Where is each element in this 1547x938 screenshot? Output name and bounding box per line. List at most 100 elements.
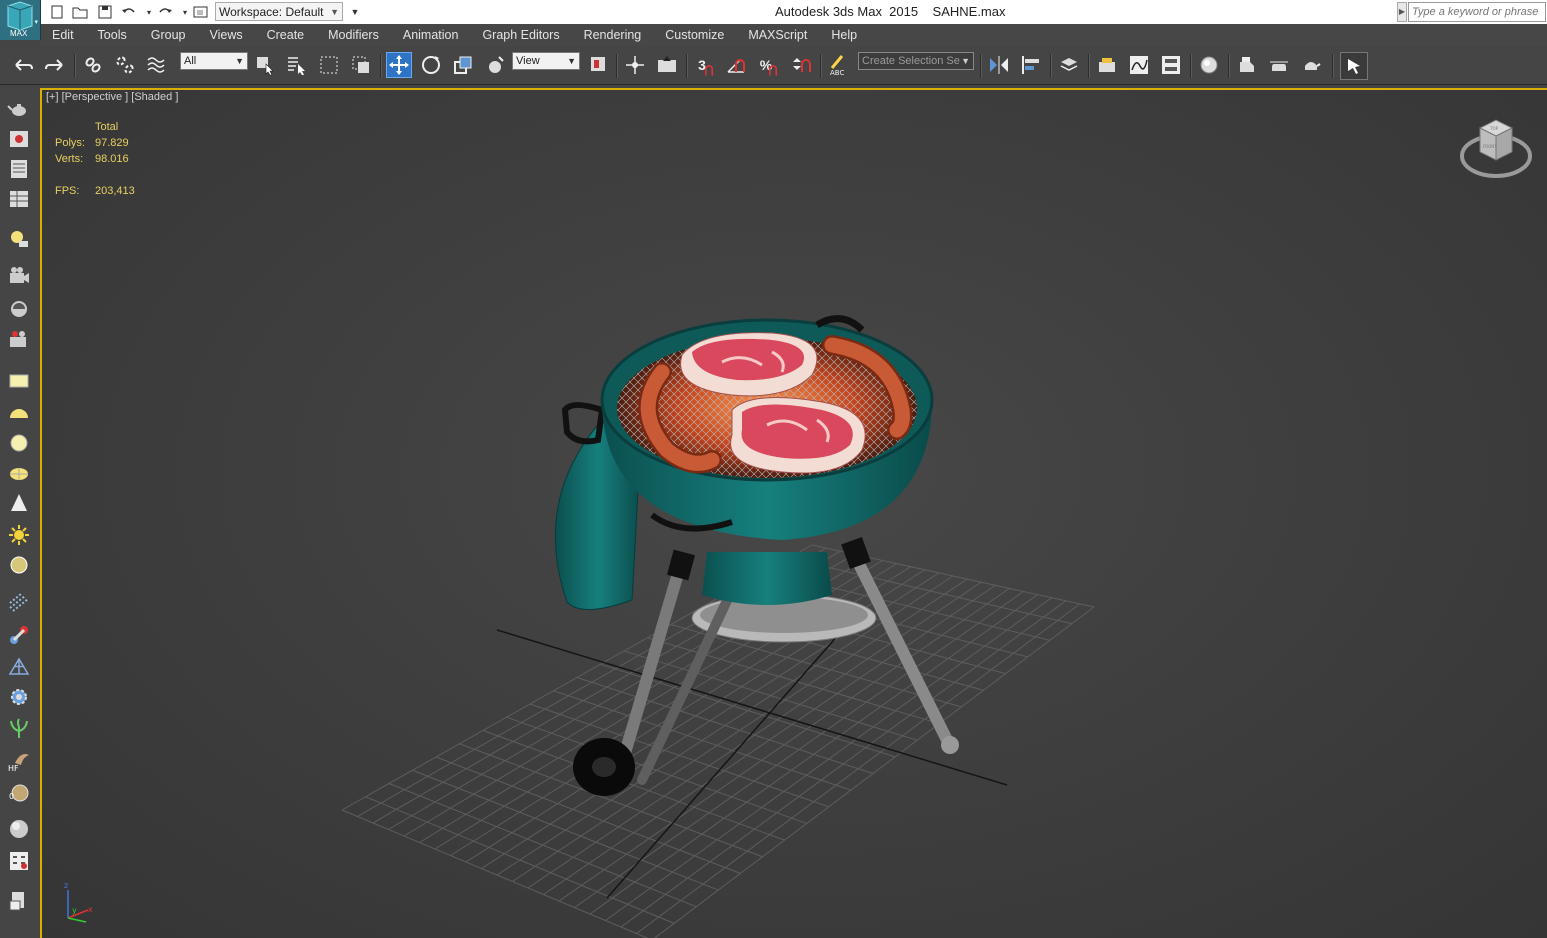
new-file-icon[interactable] [48,3,66,21]
grill-collar [702,552,832,605]
light-lister-icon[interactable] [6,226,32,252]
logo-label: MAX [10,29,28,38]
search-expand-icon[interactable]: ▶ [1397,2,1407,22]
teapot-icon[interactable] [6,96,32,122]
animation-curves-icon[interactable] [6,848,32,874]
select-object-icon[interactable] [252,52,278,78]
angle-snap-icon[interactable] [724,52,750,78]
menu-animation[interactable]: Animation [391,24,471,46]
svg-text:y: y [72,906,77,915]
layer-explorer-icon[interactable] [1056,52,1082,78]
edit-named-selection-icon[interactable]: ABC [826,52,852,78]
hair-fur-icon[interactable]: HF [6,748,32,774]
window-crossing-icon[interactable] [348,52,374,78]
menu-modifiers[interactable]: Modifiers [316,24,391,46]
unlink-selection-icon[interactable] [112,52,138,78]
axis-tripod: z x y [64,881,93,923]
wireframe-mesh-icon[interactable] [6,654,32,680]
menu-edit[interactable]: Edit [40,24,86,46]
menu-group[interactable]: Group [139,24,198,46]
svg-text:ABC: ABC [830,69,844,76]
svg-text:x: x [88,905,93,914]
render-production-icon[interactable] [1298,52,1324,78]
sphere-primitive-icon[interactable] [6,430,32,456]
redo-button[interactable] [42,52,68,78]
select-and-move-icon[interactable] [386,52,412,78]
named-selection-set-dropdown[interactable]: Create Selection Se ▼ [858,52,974,70]
render-setup-icon[interactable] [1234,52,1260,78]
menu-create[interactable]: Create [255,24,317,46]
menu-views[interactable]: Views [197,24,254,46]
menu-help[interactable]: Help [819,24,869,46]
gear-icon[interactable] [6,684,32,710]
snap-toggle-icon[interactable]: 3 [692,52,718,78]
percent-snap-icon[interactable]: % [756,52,782,78]
chevron-down-icon: ▼ [330,7,339,17]
select-and-rotate-icon[interactable] [418,52,444,78]
menu-tools[interactable]: Tools [86,24,139,46]
select-and-place-icon[interactable] [482,52,508,78]
zoom-extents-icon[interactable]: 0 [6,780,32,806]
scene-explorer-toggle-icon[interactable] [1340,52,1368,80]
select-and-link-icon[interactable] [80,52,106,78]
menu-rendering[interactable]: Rendering [572,24,654,46]
perspective-viewport[interactable]: [+] [Perspective ] [Shaded ] Total Polys… [42,90,1547,938]
scene-render: z x y [64,315,1095,938]
render-frame-icon[interactable] [6,126,32,152]
schematic-view-icon[interactable] [1158,52,1184,78]
curve-editor-icon[interactable] [1126,52,1152,78]
toggle-scene-explorer-icon[interactable] [1094,52,1120,78]
grill-wheel [573,738,635,796]
rendered-frame-window-icon[interactable] [1266,52,1292,78]
menu-maxscript[interactable]: MAXScript [736,24,819,46]
table-panel-icon[interactable] [6,186,32,212]
skylight-icon[interactable] [6,552,32,578]
particle-flow-icon[interactable] [6,590,32,616]
file-info-icon[interactable] [6,888,32,914]
redo-icon[interactable] [156,3,174,21]
bind-to-space-warp-icon[interactable] [144,52,170,78]
chevron-down-icon: ▼ [961,56,970,66]
menu-customize[interactable]: Customize [653,24,736,46]
camera-icon[interactable] [6,264,32,290]
workspace-label: Workspace: Default [219,5,324,19]
select-by-name-icon[interactable] [284,52,310,78]
search-input[interactable] [1408,2,1546,22]
plane-primitive-icon[interactable] [6,368,32,394]
left-command-strip: HF 0 [0,88,41,938]
cone-primitive-icon[interactable] [6,490,32,516]
undo-button[interactable] [10,52,36,78]
geosphere-icon[interactable] [6,460,32,486]
menu-graph-editors[interactable]: Graph Editors [470,24,571,46]
material-editor-icon[interactable] [1196,52,1222,78]
select-manipulate-icon[interactable] [622,52,648,78]
list-panel-icon[interactable] [6,156,32,182]
undo-icon[interactable] [120,3,138,21]
spinner-snap-icon[interactable] [788,52,814,78]
foliage-icon[interactable] [6,716,32,742]
application-button[interactable]: MAX ▾ [0,0,41,40]
camera-sequencer-icon[interactable] [6,296,32,322]
hf-label: HF [8,764,19,773]
render-camera-icon[interactable] [6,328,32,354]
pivot-center-icon[interactable] [586,52,612,78]
keyboard-shortcut-override-icon[interactable] [654,52,680,78]
reference-coordinate-dropdown[interactable]: View ▼ [512,52,580,70]
svg-text:0: 0 [9,792,14,801]
workspace-dropdown[interactable]: Workspace: Default ▼ [215,2,343,21]
save-icon[interactable] [96,3,114,21]
bone-tool-icon[interactable] [6,622,32,648]
sun-light-icon[interactable] [6,522,32,548]
rectangular-selection-region-icon[interactable] [316,52,342,78]
project-folder-icon[interactable] [192,3,210,21]
align-icon[interactable] [1018,52,1044,78]
selection-filter-dropdown[interactable]: All ▼ [180,52,248,70]
customize-quick-access-icon[interactable]: ▼ [346,3,364,21]
reference-coord-value: View [516,55,540,67]
hemisphere-icon[interactable] [6,400,32,426]
select-and-scale-icon[interactable] [450,52,476,78]
mirror-icon[interactable] [986,52,1012,78]
shaded-sphere-icon[interactable] [6,816,32,842]
open-file-icon[interactable] [71,3,89,21]
window-title: Autodesk 3ds Max 2015 SAHNE.max [775,4,1006,19]
